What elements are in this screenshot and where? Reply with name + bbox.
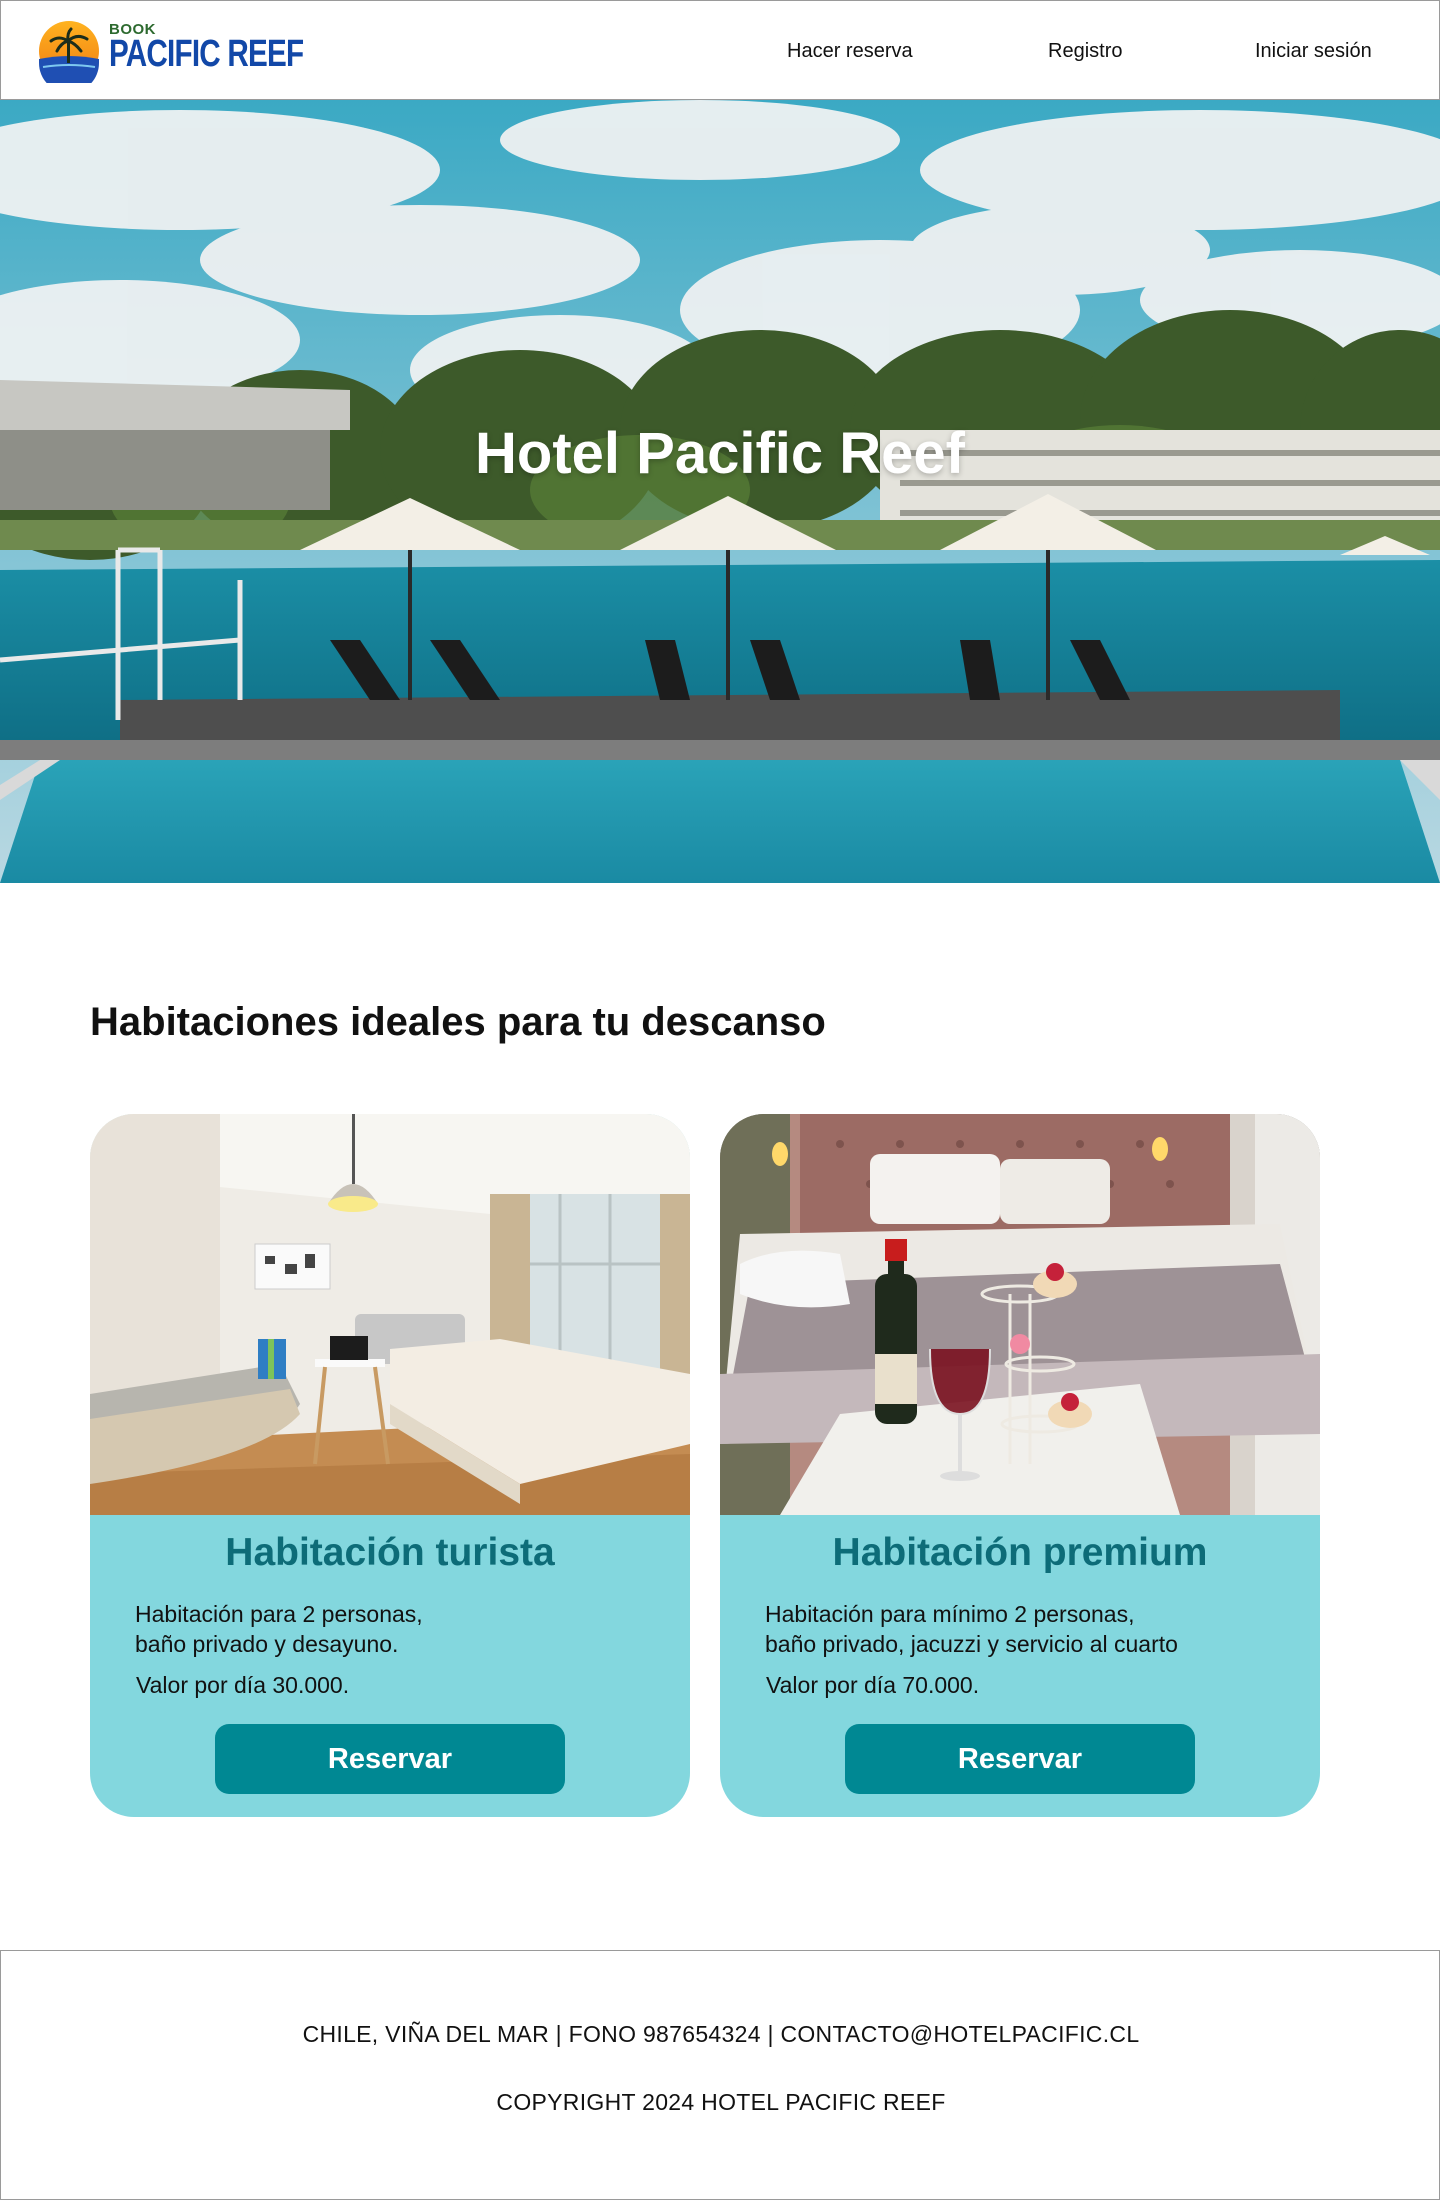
nav-hacer-reserva[interactable]: Hacer reserva <box>787 1 913 101</box>
site-logo[interactable]: BOOK PACIFIC REEF <box>37 17 317 85</box>
room-title-turista: Habitación turista <box>225 1531 555 1574</box>
hero-title: Hotel Pacific Reef <box>475 421 965 486</box>
site-footer: CHILE, VIÑA DEL MAR | FONO 987654324 | C… <box>0 1950 1440 2200</box>
reserve-button-premium[interactable]: Reservar <box>845 1724 1195 1794</box>
palm-sunset-icon <box>39 21 99 83</box>
room-photo-premium <box>720 1114 1320 1515</box>
site-header: BOOK PACIFIC REEF Hacer reserva Registro… <box>0 0 1440 100</box>
room-price-turista: Valor por día 30.000. <box>136 1672 350 1698</box>
room-card-turista: Habitación turista Habitación para 2 per… <box>90 1114 690 1817</box>
footer-copyright: COPYRIGHT 2024 HOTEL PACIFIC REEF <box>496 2089 946 2115</box>
room-price-premium: Valor por día 70.000. <box>766 1672 980 1698</box>
room-title-premium: Habitación premium <box>832 1531 1208 1574</box>
nav-registro[interactable]: Registro <box>1048 1 1122 101</box>
room-card-premium: Habitación premium Habitación para mínim… <box>720 1114 1320 1817</box>
logo-brand-text: PACIFIC REEF <box>109 33 304 75</box>
reserve-button-turista[interactable]: Reservar <box>215 1724 565 1794</box>
footer-contact-info: CHILE, VIÑA DEL MAR | FONO 987654324 | C… <box>302 2021 1140 2047</box>
rooms-section-heading: Habitaciones ideales para tu descanso <box>90 1000 826 1044</box>
room-description-turista: Habitación para 2 personas, baño privado… <box>135 1601 423 1657</box>
hero-banner: Hotel Pacific Reef <box>0 100 1440 883</box>
nav-iniciar-sesion[interactable]: Iniciar sesión <box>1255 1 1372 101</box>
room-description-premium: Habitación para mínimo 2 personas, baño … <box>765 1601 1178 1657</box>
room-photo-turista <box>90 1114 690 1515</box>
hero-pool-image <box>0 100 1440 883</box>
